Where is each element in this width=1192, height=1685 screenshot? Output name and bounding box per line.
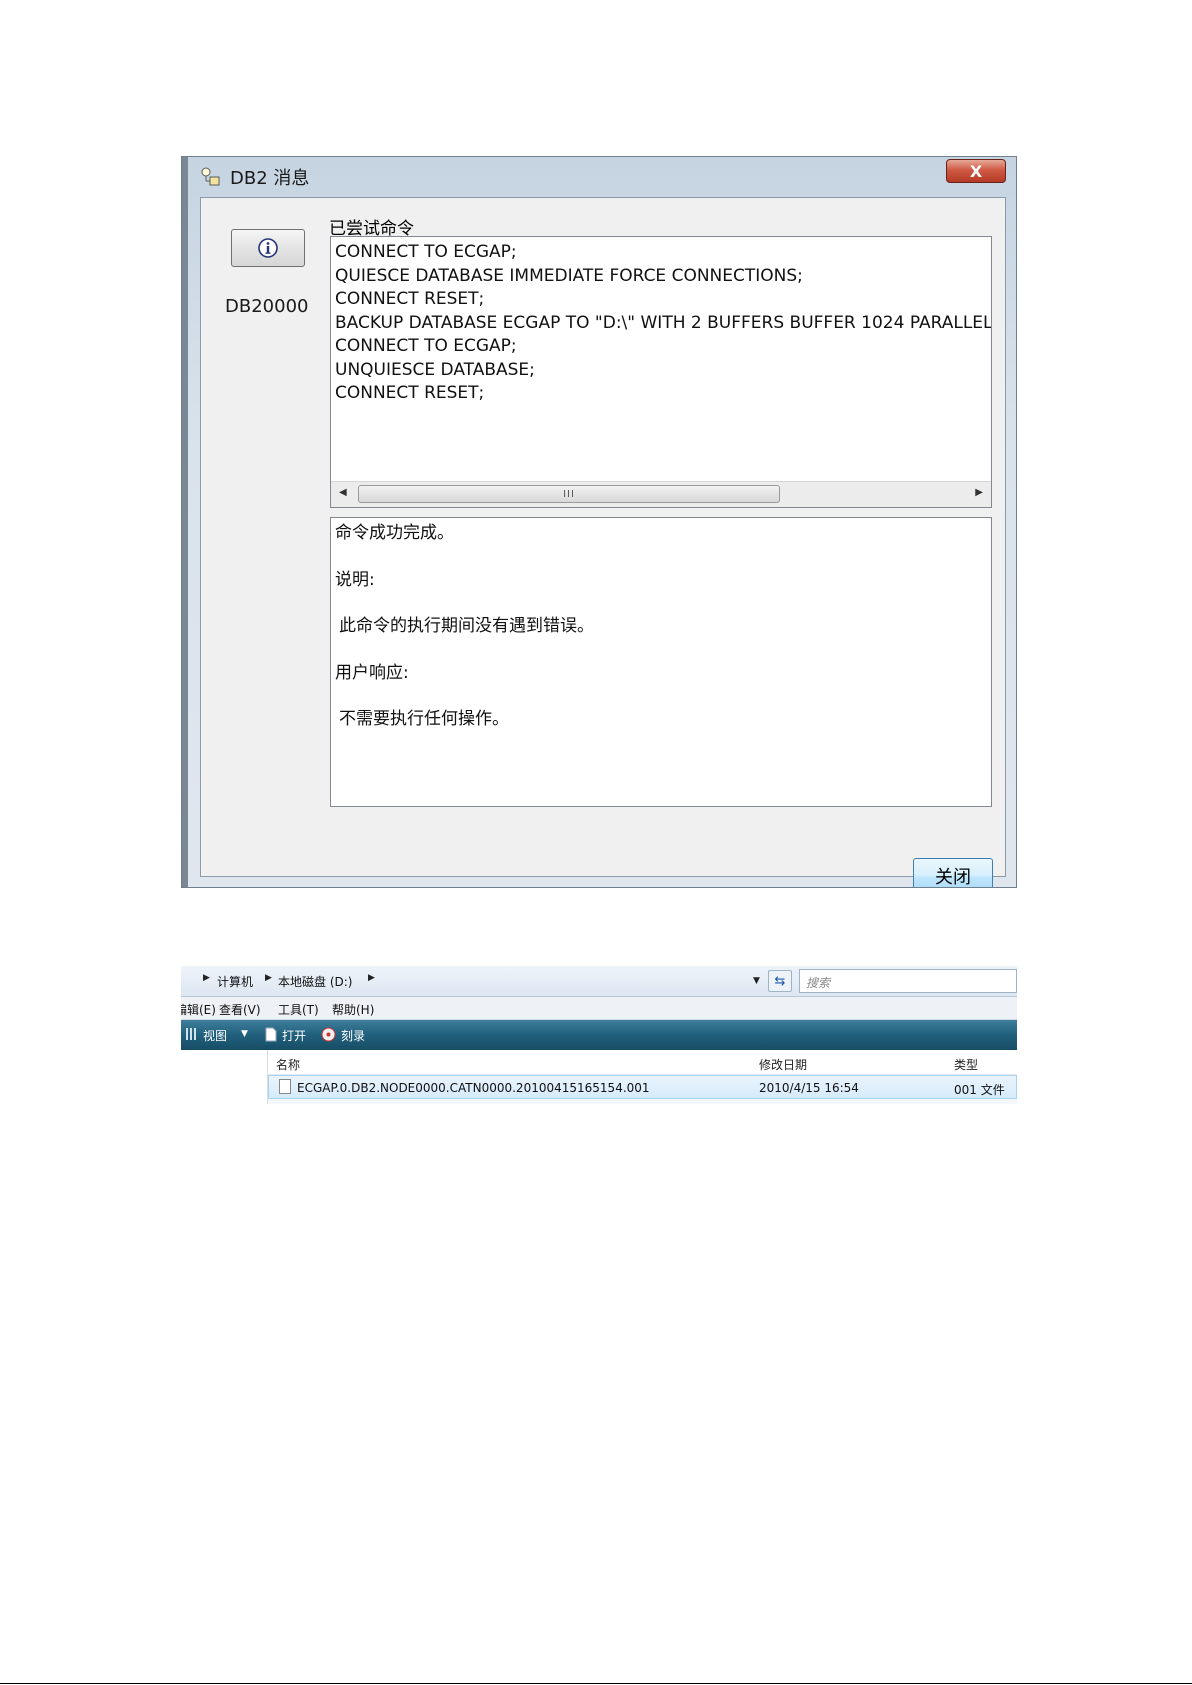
views-button[interactable]: 视图 (203, 1027, 227, 1044)
chevron-right-icon[interactable]: ▶ (368, 973, 375, 983)
dialog-titlebar: DB2 消息 X (182, 157, 1016, 195)
command-line: CONNECT RESET; (335, 289, 485, 309)
explorer-window: ▶ 计算机 ▶ 本地磁盘 (D:) ▶ ▼ ⇆ 搜索 编辑(E) 查看(V) 工… (181, 966, 1017, 1104)
address-bar[interactable]: ▶ 计算机 ▶ 本地磁盘 (D:) ▶ ▼ ⇆ 搜索 (181, 966, 1017, 997)
menu-help[interactable]: 帮助(H) (332, 1001, 374, 1018)
file-type: 001 文件 (954, 1083, 1005, 1097)
file-icon (279, 1079, 291, 1094)
command-line: UNQUIESCE DATABASE; (335, 359, 535, 380)
message-code: DB20000 (225, 296, 309, 317)
search-input[interactable]: 搜索 (799, 969, 1017, 993)
refresh-button[interactable]: ⇆ (768, 970, 792, 992)
commands-textbox[interactable]: CONNECT TO ECGAP; QUIESCE DATABASE IMMED… (330, 236, 992, 508)
command-toolbar: 视图 ▼ 打开 刻录 (181, 1020, 1017, 1050)
dialog-title: DB2 消息 (230, 168, 310, 189)
scroll-left-icon[interactable]: ◀ (339, 487, 347, 498)
window-close-button[interactable]: X (946, 159, 1006, 183)
column-header-name[interactable]: 名称 (276, 1056, 300, 1073)
result-text: 命令成功完成。 (335, 523, 454, 543)
db2-app-icon (201, 167, 220, 186)
chevron-right-icon[interactable]: ▶ (203, 973, 210, 983)
refresh-icon: ⇆ (774, 973, 786, 989)
chevron-down-icon[interactable]: ▼ (241, 1029, 248, 1039)
info-button[interactable] (231, 229, 305, 267)
info-icon (258, 238, 278, 258)
document-icon (265, 1027, 277, 1042)
dialog-client-area: DB20000 已尝试命令 CONNECT TO ECGAP; QUIESCE … (200, 197, 1006, 887)
breadcrumb-drive-d[interactable]: 本地磁盘 (D:) (278, 973, 352, 990)
window-edge (182, 157, 188, 887)
scroll-right-icon[interactable]: ▶ (975, 487, 983, 498)
db2-message-dialog: DB2 消息 X DB20000 已尝试命令 CONNECT TO ECGAP;… (181, 156, 1017, 888)
command-list: CONNECT TO ECGAP; QUIESCE DATABASE IMMED… (335, 241, 992, 406)
file-name: ECGAP.0.DB2.NODE0000.CATN0000.2010041516… (297, 1081, 650, 1095)
menu-tools[interactable]: 工具(T) (278, 1001, 319, 1018)
views-icon (186, 1028, 196, 1040)
menu-view[interactable]: 查看(V) (219, 1001, 261, 1018)
command-line: CONNECT TO ECGAP; (335, 242, 517, 262)
command-line: BACKUP DATABASE ECGAP TO "D:\" WITH 2 BU… (335, 312, 992, 333)
burn-button[interactable]: 刻录 (341, 1027, 365, 1044)
breadcrumb-computer[interactable]: 计算机 (217, 973, 253, 990)
close-icon: X (969, 161, 983, 181)
user-response-text: 不需要执行任何操作。 (339, 709, 509, 729)
scroll-thumb[interactable]: III (358, 485, 780, 503)
file-list-header: 名称 修改日期 类型 (268, 1050, 1017, 1075)
chevron-right-icon[interactable]: ▶ (265, 973, 272, 983)
open-button[interactable]: 打开 (282, 1027, 306, 1044)
file-row[interactable]: ECGAP.0.DB2.NODE0000.CATN0000.2010041516… (268, 1075, 1017, 1099)
user-response-heading: 用户响应: (335, 662, 409, 683)
horizontal-scrollbar[interactable]: ◀ III ▶ (331, 481, 991, 507)
command-line: CONNECT RESET; (335, 383, 485, 403)
explanation-heading: 说明: (335, 569, 375, 590)
thumb-grip-icon: III (563, 488, 575, 500)
menu-bar: 编辑(E) 查看(V) 工具(T) 帮助(H) (181, 997, 1017, 1020)
navigation-pane[interactable] (181, 1050, 268, 1104)
explanation-text: 此命令的执行期间没有遇到错误。 (339, 616, 594, 636)
burn-disc-icon (321, 1027, 336, 1042)
close-button[interactable]: 关闭 (913, 858, 993, 887)
page-bottom-rule (0, 1683, 1192, 1684)
command-line: QUIESCE DATABASE IMMEDIATE FORCE CONNECT… (335, 265, 803, 286)
column-header-modified[interactable]: 修改日期 (759, 1056, 807, 1073)
column-header-type[interactable]: 类型 (954, 1056, 978, 1073)
menu-edit[interactable]: 编辑(E) (181, 1001, 216, 1018)
message-description-box[interactable]: 命令成功完成。 说明: 此命令的执行期间没有遇到错误。 用户响应: 不需要执行任… (330, 517, 992, 807)
chevron-down-icon[interactable]: ▼ (753, 976, 760, 986)
file-modified: 2010/4/15 16:54 (759, 1081, 859, 1095)
command-line: CONNECT TO ECGAP; (335, 336, 517, 356)
